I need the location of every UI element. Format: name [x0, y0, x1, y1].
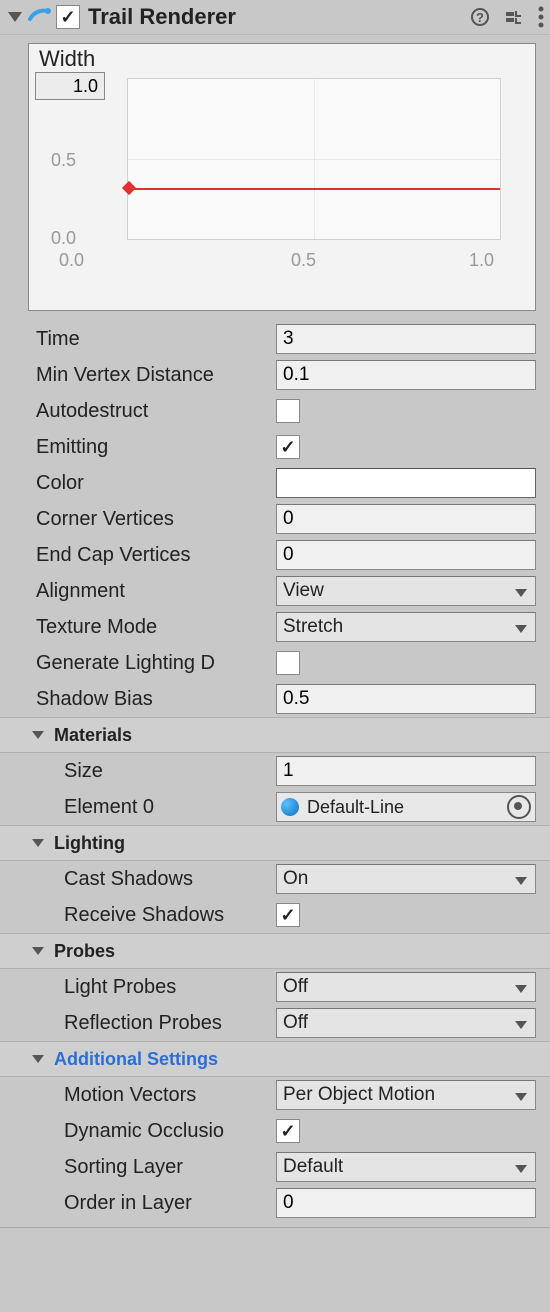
reflection-probes-value: Off: [283, 1012, 308, 1034]
motion-vectors-label: Motion Vectors: [64, 1084, 276, 1107]
cast-shadows-value: On: [283, 868, 308, 890]
shadow-bias-input[interactable]: [276, 684, 536, 714]
time-label: Time: [36, 328, 276, 351]
x-tick: 0.0: [59, 250, 84, 271]
motion-vectors-dropdown[interactable]: Per Object Motion: [276, 1080, 536, 1110]
divider: [0, 1227, 550, 1228]
dynamic-occlusion-label: Dynamic Occlusio: [64, 1120, 276, 1143]
material-icon: [281, 798, 299, 816]
materials-size-input[interactable]: [276, 756, 536, 786]
svg-text:?: ?: [476, 10, 484, 25]
light-probes-label: Light Probes: [64, 976, 276, 999]
min-vertex-distance-input[interactable]: [276, 360, 536, 390]
presets-icon[interactable]: [504, 7, 524, 27]
shadow-bias-label: Shadow Bias: [36, 688, 276, 711]
sorting-layer-dropdown[interactable]: Default: [276, 1152, 536, 1182]
trail-renderer-icon: [28, 5, 52, 29]
end-cap-vertices-label: End Cap Vertices: [36, 544, 276, 567]
probes-header: Probes: [54, 941, 115, 962]
object-picker-icon[interactable]: [507, 795, 531, 819]
min-vertex-distance-label: Min Vertex Distance: [36, 364, 276, 387]
alignment-value: View: [283, 580, 324, 602]
receive-shadows-label: Receive Shadows: [64, 904, 276, 927]
alignment-label: Alignment: [36, 580, 276, 603]
autodestruct-label: Autodestruct: [36, 400, 276, 423]
sorting-layer-label: Sorting Layer: [64, 1156, 276, 1179]
dynamic-occlusion-checkbox[interactable]: [276, 1119, 300, 1143]
texture-mode-value: Stretch: [283, 616, 343, 638]
texture-mode-dropdown[interactable]: Stretch: [276, 612, 536, 642]
lighting-header: Lighting: [54, 833, 125, 854]
cast-shadows-label: Cast Shadows: [64, 868, 276, 891]
materials-section-toggle[interactable]: Materials: [0, 717, 550, 753]
x-tick: 1.0: [469, 250, 494, 271]
autodestruct-checkbox[interactable]: [276, 399, 300, 423]
curve-key[interactable]: [122, 181, 136, 195]
corner-vertices-label: Corner Vertices: [36, 508, 276, 531]
context-menu-icon[interactable]: [538, 6, 544, 28]
receive-shadows-checkbox[interactable]: [276, 903, 300, 927]
component-title: Trail Renderer: [88, 4, 470, 30]
additional-settings-section-toggle[interactable]: Additional Settings: [0, 1041, 550, 1077]
color-label: Color: [36, 472, 276, 495]
materials-size-label: Size: [64, 760, 276, 783]
x-tick: 0.5: [291, 250, 316, 271]
probes-section-toggle[interactable]: Probes: [0, 933, 550, 969]
curve-title: Width: [29, 44, 535, 72]
emitting-checkbox[interactable]: [276, 435, 300, 459]
materials-element-0-label: Element 0: [64, 796, 276, 819]
sorting-layer-value: Default: [283, 1156, 343, 1178]
materials-element-0-value: Default-Line: [305, 797, 503, 818]
chevron-down-icon: [32, 1055, 44, 1063]
materials-element-0-field[interactable]: Default-Line: [276, 792, 536, 822]
cast-shadows-dropdown[interactable]: On: [276, 864, 536, 894]
enabled-checkbox[interactable]: [56, 5, 80, 29]
component-header: Trail Renderer ?: [0, 0, 550, 35]
time-input[interactable]: [276, 324, 536, 354]
motion-vectors-value: Per Object Motion: [283, 1084, 435, 1106]
end-cap-vertices-input[interactable]: [276, 540, 536, 570]
help-icon[interactable]: ?: [470, 7, 490, 27]
additional-settings-header: Additional Settings: [54, 1049, 218, 1070]
generate-lighting-data-checkbox[interactable]: [276, 651, 300, 675]
y-tick: 0.0: [51, 228, 76, 249]
alignment-dropdown[interactable]: View: [276, 576, 536, 606]
reflection-probes-dropdown[interactable]: Off: [276, 1008, 536, 1038]
y-tick: 0.5: [51, 150, 76, 171]
curve-line: [128, 188, 500, 190]
chevron-down-icon: [32, 731, 44, 739]
materials-header: Materials: [54, 725, 132, 746]
light-probes-dropdown[interactable]: Off: [276, 972, 536, 1002]
color-field[interactable]: [276, 468, 536, 498]
width-value-input[interactable]: [35, 72, 105, 100]
curve-plot[interactable]: [127, 78, 501, 240]
order-in-layer-input[interactable]: [276, 1188, 536, 1218]
foldout-toggle-icon[interactable]: [8, 12, 22, 22]
order-in-layer-label: Order in Layer: [64, 1192, 276, 1215]
chevron-down-icon: [32, 839, 44, 847]
light-probes-value: Off: [283, 976, 308, 998]
chevron-down-icon: [32, 947, 44, 955]
reflection-probes-label: Reflection Probes: [64, 1012, 276, 1035]
texture-mode-label: Texture Mode: [36, 616, 276, 639]
corner-vertices-input[interactable]: [276, 504, 536, 534]
generate-lighting-data-label: Generate Lighting D: [36, 652, 276, 675]
emitting-label: Emitting: [36, 436, 276, 459]
lighting-section-toggle[interactable]: Lighting: [0, 825, 550, 861]
width-curve-editor[interactable]: Width 0.5 0.0 0.0 0.5 1.0: [28, 43, 536, 311]
